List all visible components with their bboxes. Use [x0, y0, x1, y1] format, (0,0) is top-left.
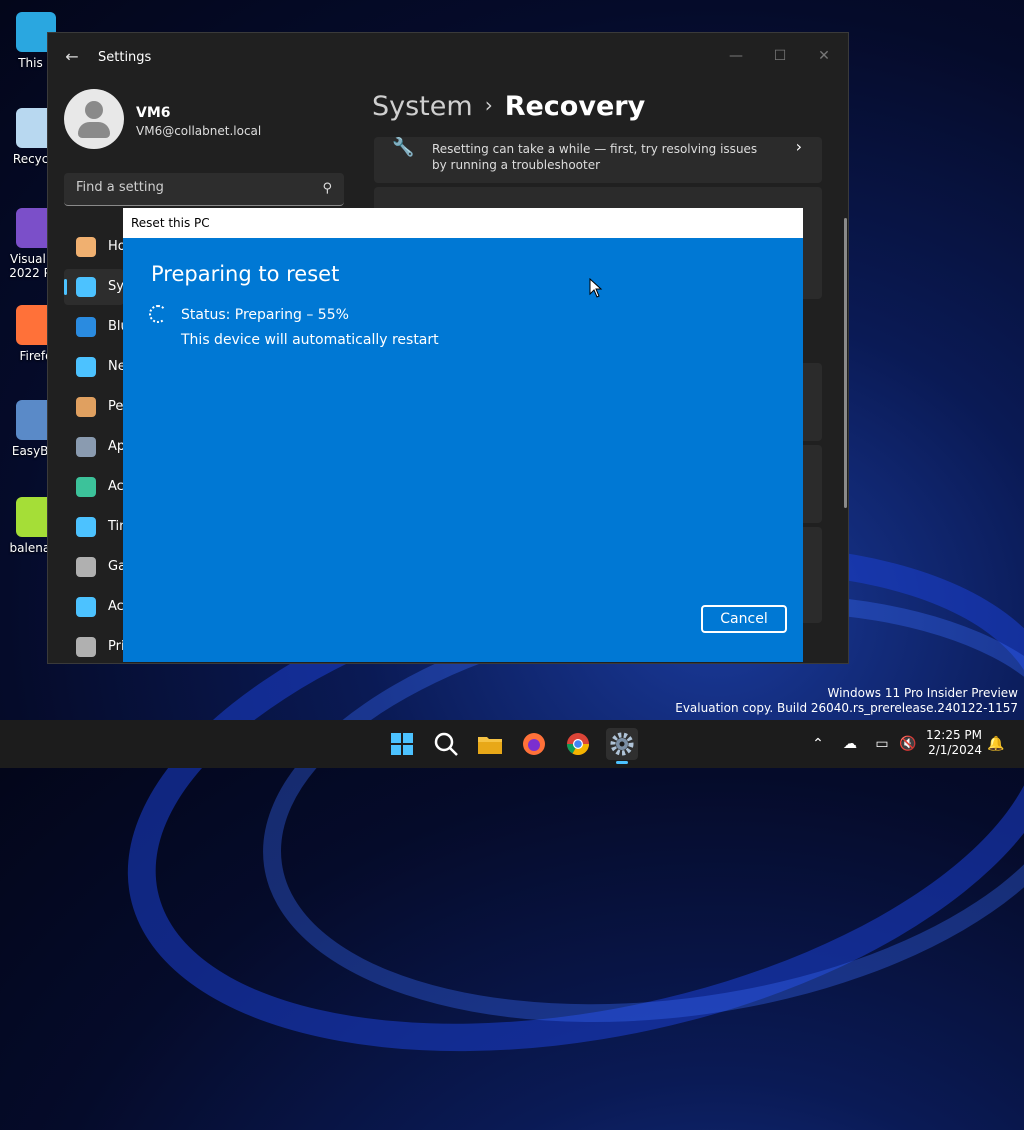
privacy-icon: [76, 637, 96, 657]
network-icon[interactable]: ▭: [872, 734, 892, 754]
settings-taskbar-button[interactable]: [606, 728, 638, 764]
firefox-button[interactable]: [518, 728, 550, 760]
watermark-line1: Windows 11 Pro Insider Preview: [827, 686, 1018, 700]
cancel-button[interactable]: Cancel: [701, 605, 787, 633]
clock-time: 12:25 PM: [926, 728, 982, 742]
clock-date: 2/1/2024: [928, 743, 982, 757]
search-icon[interactable]: ⚲: [322, 181, 332, 196]
avatar-head: [85, 101, 103, 119]
mouse-cursor-icon: [589, 278, 603, 298]
taskbar: ⌃ ☁ ▭ 🔇 12:25 PM 2/1/2024 🔔: [0, 720, 1024, 768]
accessibility-icon: [76, 597, 96, 617]
close-button[interactable]: ✕: [804, 41, 844, 71]
chrome-button[interactable]: [562, 728, 594, 760]
user-email: VM6@collabnet.local: [136, 124, 262, 138]
sidebar-item-home[interactable]: Ho: [64, 229, 126, 265]
reset-dialog: Reset this PC Preparing to reset Status:…: [123, 208, 803, 662]
bluetooth-icon: [76, 317, 96, 337]
sidebar-item-network[interactable]: Ne: [64, 349, 126, 385]
watermark-line2: Evaluation copy. Build 26040.rs_prerelea…: [675, 701, 1018, 715]
sidebar-item-label: Sy: [108, 279, 124, 294]
chevron-right-icon: ›: [795, 137, 802, 156]
home-icon: [76, 237, 96, 257]
start-button[interactable]: [386, 728, 418, 760]
sidebar-item-privacy[interactable]: Pri: [64, 629, 125, 665]
app-title: Settings: [98, 50, 152, 65]
windows-logo-icon: [391, 733, 413, 755]
volume-muted-icon[interactable]: 🔇: [898, 734, 918, 754]
page-title: Recovery: [504, 91, 646, 122]
search-icon: [434, 732, 458, 756]
breadcrumb-system[interactable]: System: [372, 91, 473, 122]
chevron-right-icon: ›: [484, 93, 493, 117]
breadcrumb: System › Recovery: [372, 91, 645, 122]
avatar: [64, 89, 124, 149]
card-description: Resetting can take a while — first, try …: [432, 142, 758, 172]
avatar-body: [78, 122, 110, 138]
sidebar-item-label: Ac: [108, 479, 124, 494]
scrollbar[interactable]: [844, 218, 847, 508]
settings-titlebar: ← Settings — ☐ ✕: [48, 33, 848, 81]
gaming-icon: [76, 557, 96, 577]
sidebar-item-time[interactable]: Tin: [64, 509, 127, 545]
sidebar-item-gaming[interactable]: Ga: [64, 549, 126, 585]
file-explorer-button[interactable]: [474, 728, 506, 760]
sidebar-item-accessibility[interactable]: Ac: [64, 589, 124, 625]
apps-icon: [76, 437, 96, 457]
sidebar-item-bluetooth[interactable]: Blu: [64, 309, 129, 345]
sidebar-item-label: Pe: [108, 399, 124, 414]
search-input[interactable]: [74, 179, 308, 196]
firefox-icon: [523, 733, 545, 755]
dialog-heading: Preparing to reset: [151, 262, 340, 286]
wrench-icon: 🔧: [392, 137, 415, 158]
clock[interactable]: 12:25 PM 2/1/2024: [920, 728, 982, 758]
time-icon: [76, 517, 96, 537]
system-icon: [76, 277, 96, 297]
notification-bell-icon[interactable]: 🔔: [986, 734, 1006, 754]
network-icon: [76, 357, 96, 377]
sidebar-item-label: Ac: [108, 599, 124, 614]
chevron-up-icon[interactable]: ⌃: [808, 734, 828, 754]
minimize-button[interactable]: —: [716, 41, 756, 71]
accounts-icon: [76, 477, 96, 497]
dialog-titlebar: Reset this PC: [123, 208, 803, 238]
back-arrow-icon[interactable]: ←: [62, 47, 82, 67]
chrome-icon: [567, 733, 589, 755]
gear-icon: [610, 732, 634, 756]
dialog-title: Reset this PC: [131, 216, 210, 230]
troubleshooter-card[interactable]: 🔧 Resetting can take a while — first, tr…: [374, 137, 822, 183]
sidebar-item-apps[interactable]: Ap: [64, 429, 125, 465]
personalization-icon: [76, 397, 96, 417]
evaluation-watermark: Windows 11 Pro Insider Preview Evaluatio…: [675, 686, 1018, 716]
folder-icon: [478, 737, 502, 754]
sidebar-item-system[interactable]: Sy: [64, 269, 124, 305]
maximize-button[interactable]: ☐: [760, 41, 800, 71]
sidebar-item-accounts[interactable]: Ac: [64, 469, 124, 505]
sidebar-item-personalization[interactable]: Pe: [64, 389, 124, 425]
restart-note: This device will automatically restart: [181, 332, 439, 348]
search-button[interactable]: [430, 728, 462, 760]
search-box[interactable]: ⚲: [64, 173, 344, 206]
spinner-icon: [149, 305, 167, 323]
user-name: VM6: [136, 105, 171, 121]
cloud-offline-icon[interactable]: ☁: [840, 734, 860, 754]
status-text: Status: Preparing – 55%: [181, 307, 349, 323]
